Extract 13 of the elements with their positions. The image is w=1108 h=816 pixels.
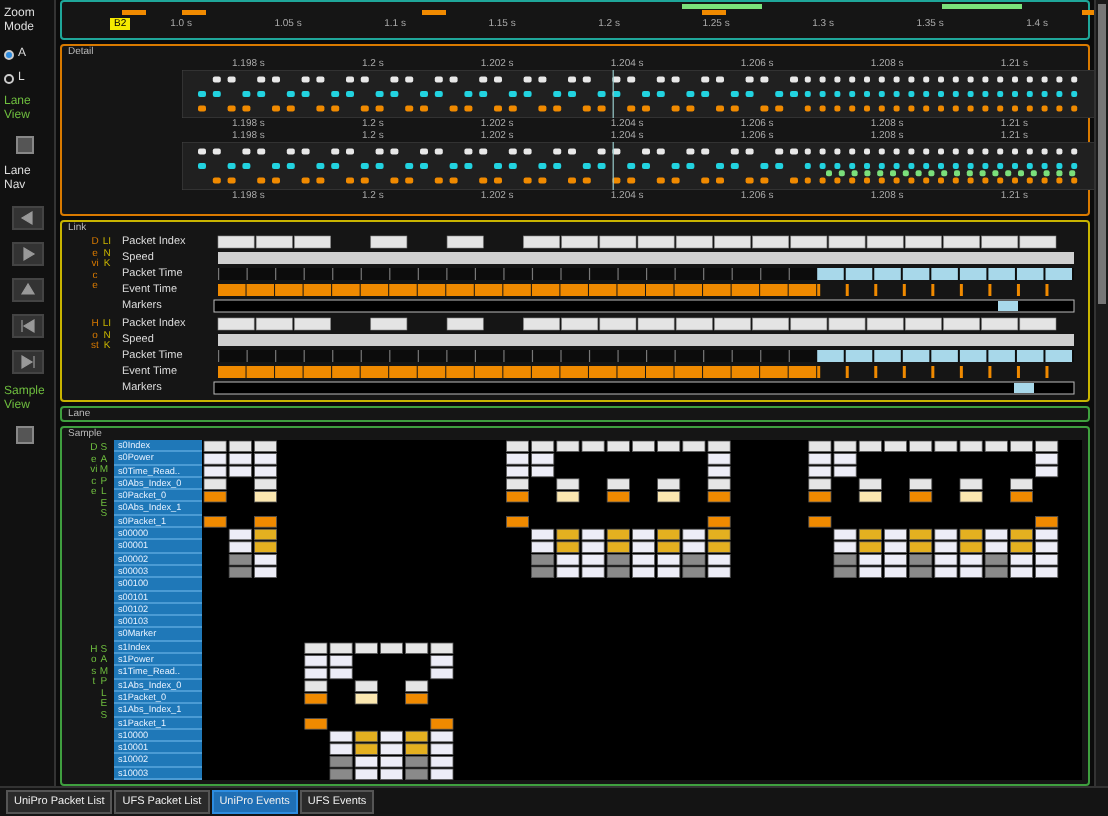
next-button[interactable]: [12, 350, 44, 374]
up-arrow-button[interactable]: [12, 278, 44, 302]
right-arrow-icon: [18, 244, 38, 264]
sample-view-checkbox[interactable]: [16, 426, 34, 444]
skip-back-icon: [18, 316, 38, 336]
right-arrow-button[interactable]: [12, 242, 44, 266]
left-arrow-icon: [18, 208, 38, 228]
scrollbar-thumb[interactable]: [1098, 4, 1106, 304]
left-arrow-button[interactable]: [12, 206, 44, 230]
up-arrow-icon: [18, 280, 38, 300]
lane-view-checkbox[interactable]: [16, 136, 34, 154]
skip-forward-icon: [18, 352, 38, 372]
previous-button[interactable]: [12, 314, 44, 338]
